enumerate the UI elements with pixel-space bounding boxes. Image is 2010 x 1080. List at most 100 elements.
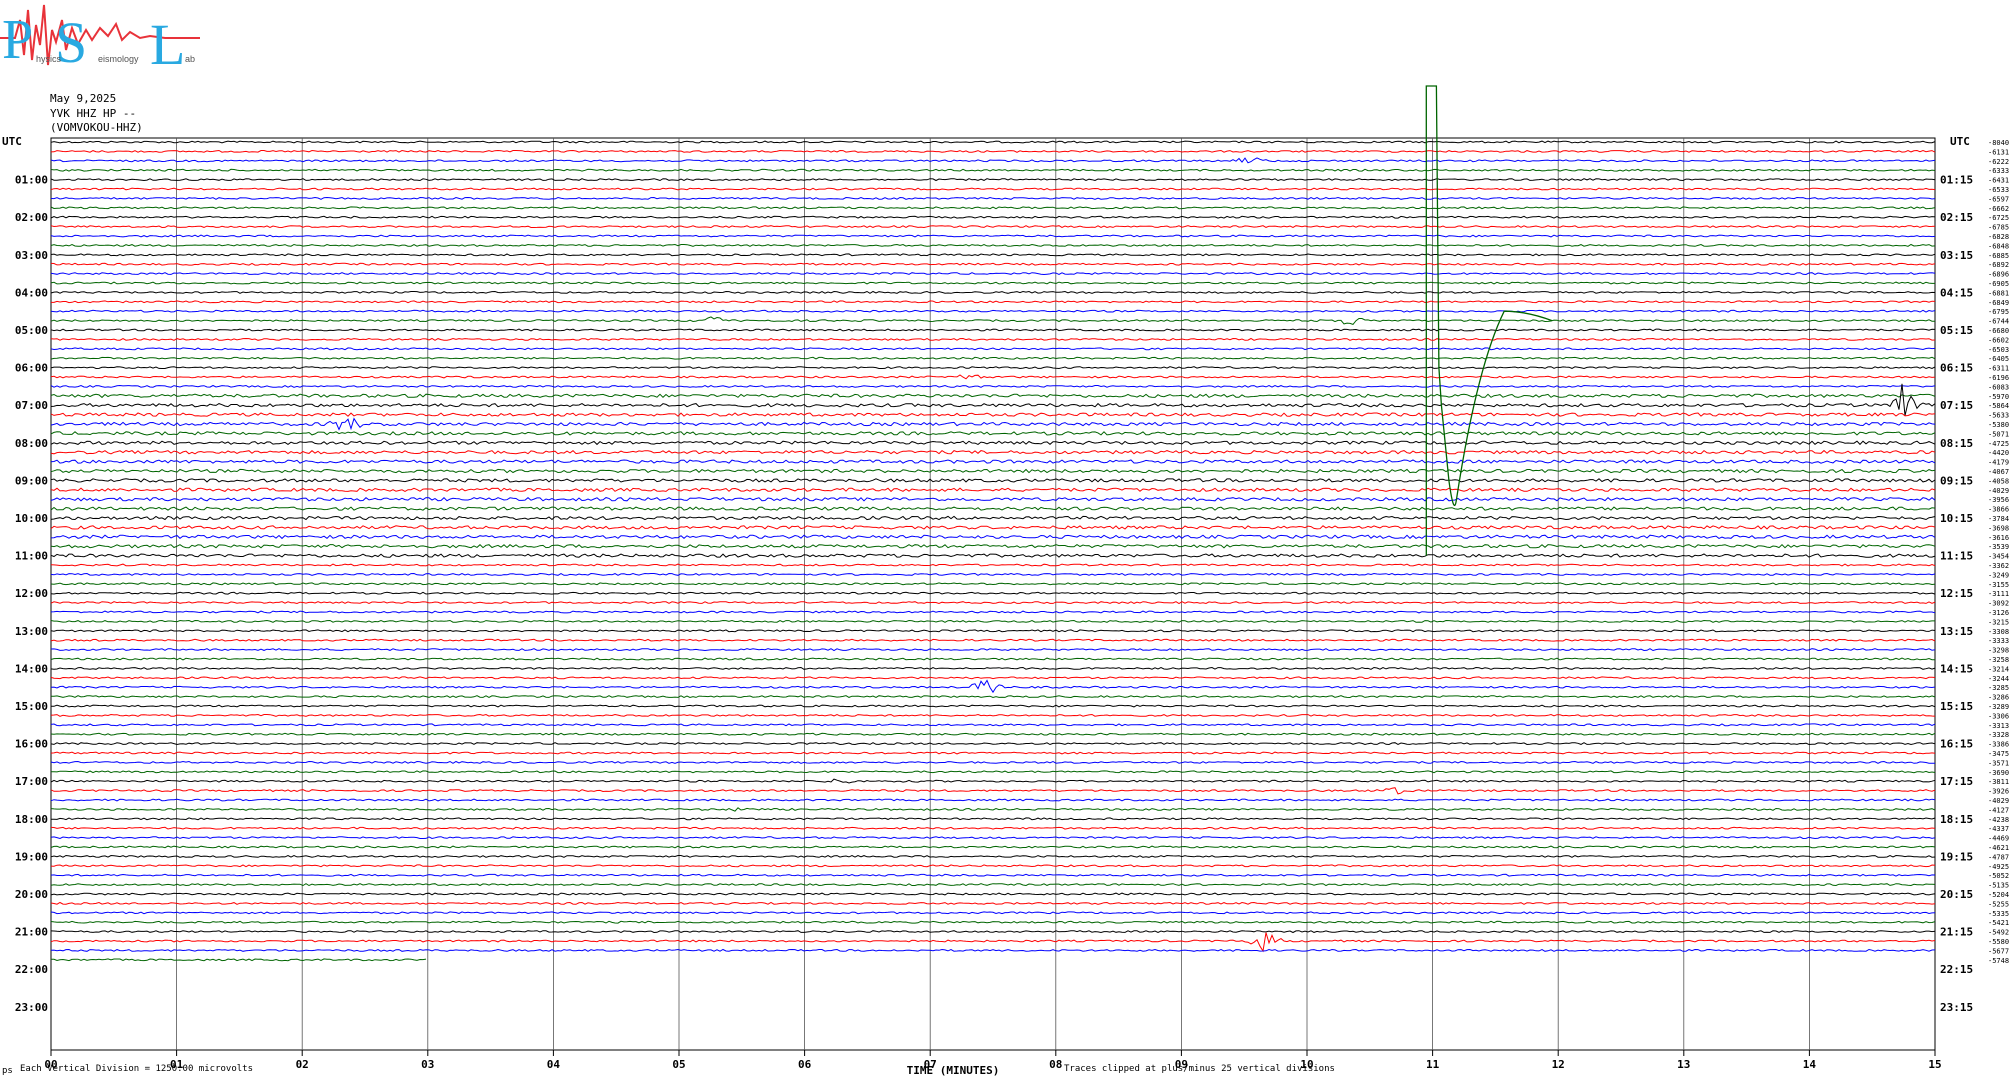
trace-offset-label: -3289	[1988, 703, 2009, 711]
x-tick-label: 12	[1552, 1058, 1565, 1071]
trace-offset-label: -5204	[1988, 891, 2009, 899]
right-hour-label: 22:15	[1940, 963, 1973, 976]
trace-offset-label: -3866	[1988, 506, 2009, 514]
trace-offset-label: -6431	[1988, 177, 2009, 185]
trace-offset-label: -4179	[1988, 459, 2009, 467]
trace-offset-label: -3616	[1988, 534, 2009, 542]
trace-offset-label: -3244	[1988, 675, 2009, 683]
trace-offset-label: -3333	[1988, 637, 2009, 645]
seismogram-trace	[50, 930, 1936, 934]
seismogram-trace	[50, 657, 1935, 661]
trace-offset-label: -6885	[1988, 252, 2009, 260]
right-hour-label: 08:15	[1940, 437, 1973, 450]
seismogram-trace	[50, 543, 1936, 549]
left-hour-label: 12:00	[15, 587, 48, 600]
trace-offset-label: -3328	[1988, 731, 2009, 739]
trace-offset-label: -3362	[1988, 562, 2009, 570]
seismogram-trace	[50, 496, 1936, 502]
right-hour-label: 11:15	[1940, 550, 1973, 563]
seismogram-trace	[50, 883, 1936, 887]
trace-offset-label: -3155	[1988, 581, 2009, 589]
left-hour-label: 06:00	[15, 362, 48, 375]
right-hour-label: 07:15	[1940, 399, 1973, 412]
x-tick-label: 06	[798, 1058, 812, 1071]
seismogram-trace	[50, 281, 1935, 285]
trace-offset-label: -6725	[1988, 214, 2009, 222]
trace-offset-label: -5677	[1988, 947, 2009, 955]
trace-offset-label: -3215	[1988, 618, 2009, 626]
trace-offset-label: -4029	[1988, 797, 2009, 805]
right-hour-label: 02:15	[1940, 211, 1973, 224]
seismogram-trace	[50, 610, 1936, 614]
trace-offset-label: -6196	[1988, 374, 2009, 382]
trace-offset-label: -6503	[1988, 346, 2009, 354]
seismogram-trace	[50, 393, 1936, 399]
trace-offset-label: -5421	[1988, 919, 2009, 927]
trace-offset-label: -3214	[1988, 665, 2009, 673]
seismogram-trace	[50, 932, 1936, 953]
left-utc-label: UTC	[2, 135, 22, 148]
right-hour-label: 01:15	[1940, 174, 1973, 187]
seismogram-trace	[50, 854, 1936, 858]
trace-offset-label: -6744	[1988, 318, 2009, 326]
trace-offset-label: -5135	[1988, 882, 2009, 890]
right-hour-label: 17:15	[1940, 775, 1973, 788]
seismogram-trace	[50, 629, 1936, 633]
right-hour-label: 10:15	[1940, 512, 1973, 525]
seismogram-trace	[50, 563, 1936, 567]
trace-offset-label: -5970	[1988, 393, 2009, 401]
trace-offset-label: -3811	[1988, 778, 2009, 786]
trace-offset-label: -6333	[1988, 167, 2009, 175]
seismogram-trace	[50, 290, 1936, 294]
right-hour-label: 04:15	[1940, 286, 1973, 299]
seismogram-trace	[50, 553, 1936, 558]
left-hour-label: 21:00	[15, 926, 48, 939]
seismogram-trace	[50, 215, 1936, 219]
right-hour-label: 19:15	[1940, 850, 1973, 863]
left-hour-label: 08:00	[15, 437, 48, 450]
seismogram-trace	[50, 487, 1936, 493]
seismogram-trace	[50, 873, 1936, 877]
right-hour-label: 13:15	[1940, 625, 1973, 638]
seismogram-trace	[50, 836, 1936, 840]
left-hour-label: 10:00	[15, 512, 48, 525]
trace-offset-label: -4127	[1988, 806, 2009, 814]
trace-offset-label: -5633	[1988, 412, 2009, 420]
right-hour-label: 09:15	[1940, 474, 1973, 487]
left-hour-label: 17:00	[15, 775, 48, 788]
left-hour-label: 05:00	[15, 324, 48, 337]
seismogram-trace	[51, 958, 427, 962]
left-hour-label: 18:00	[15, 813, 48, 826]
seismogram-trace	[50, 732, 1936, 736]
trace-offset-label: -3698	[1988, 524, 2009, 532]
seismogram-trace	[50, 807, 1936, 812]
seismogram-trace	[50, 383, 1936, 416]
seismogram-trace	[50, 449, 1936, 455]
right-hour-label: 20:15	[1940, 888, 1973, 901]
trace-offset-label: -3258	[1988, 656, 2009, 664]
seismogram-trace	[50, 948, 1936, 952]
trace-offset-label: -4787	[1988, 853, 2009, 861]
seismogram-trace	[50, 253, 1936, 257]
helicorder-plot: 00 01 02 03 04 05 06 07 08 09 10 11 12 13 14 15TIME (MI…	[2, 85, 2009, 1077]
seismogram-trace	[50, 591, 1936, 595]
trace-offset-label: -6131	[1988, 148, 2009, 156]
seismogram-trace	[50, 787, 1936, 795]
trace-offset-label: -6602	[1988, 336, 2009, 344]
seismogram-trace	[50, 440, 1936, 446]
trace-offset-label: -6848	[1988, 242, 2009, 250]
right-hour-label: 21:15	[1940, 926, 1973, 939]
right-hour-label: 15:15	[1940, 700, 1973, 713]
seismogram-trace	[50, 459, 1936, 464]
seismogram-trace	[50, 798, 1936, 802]
seismogram-trace	[50, 366, 1936, 370]
left-hour-label: 03:00	[15, 249, 48, 262]
clip-note: Traces clipped at plus/minus 25 vertical…	[1064, 1064, 1335, 1074]
x-tick-label: 05	[672, 1058, 685, 1071]
x-tick-label: 13	[1677, 1058, 1690, 1071]
right-hour-label: 06:15	[1940, 362, 1973, 375]
trace-offset-label: -5580	[1988, 938, 2009, 946]
trace-offset-label: -3690	[1988, 769, 2009, 777]
seismogram-trace	[50, 187, 1936, 191]
trace-offset-label: -6597	[1988, 195, 2009, 203]
